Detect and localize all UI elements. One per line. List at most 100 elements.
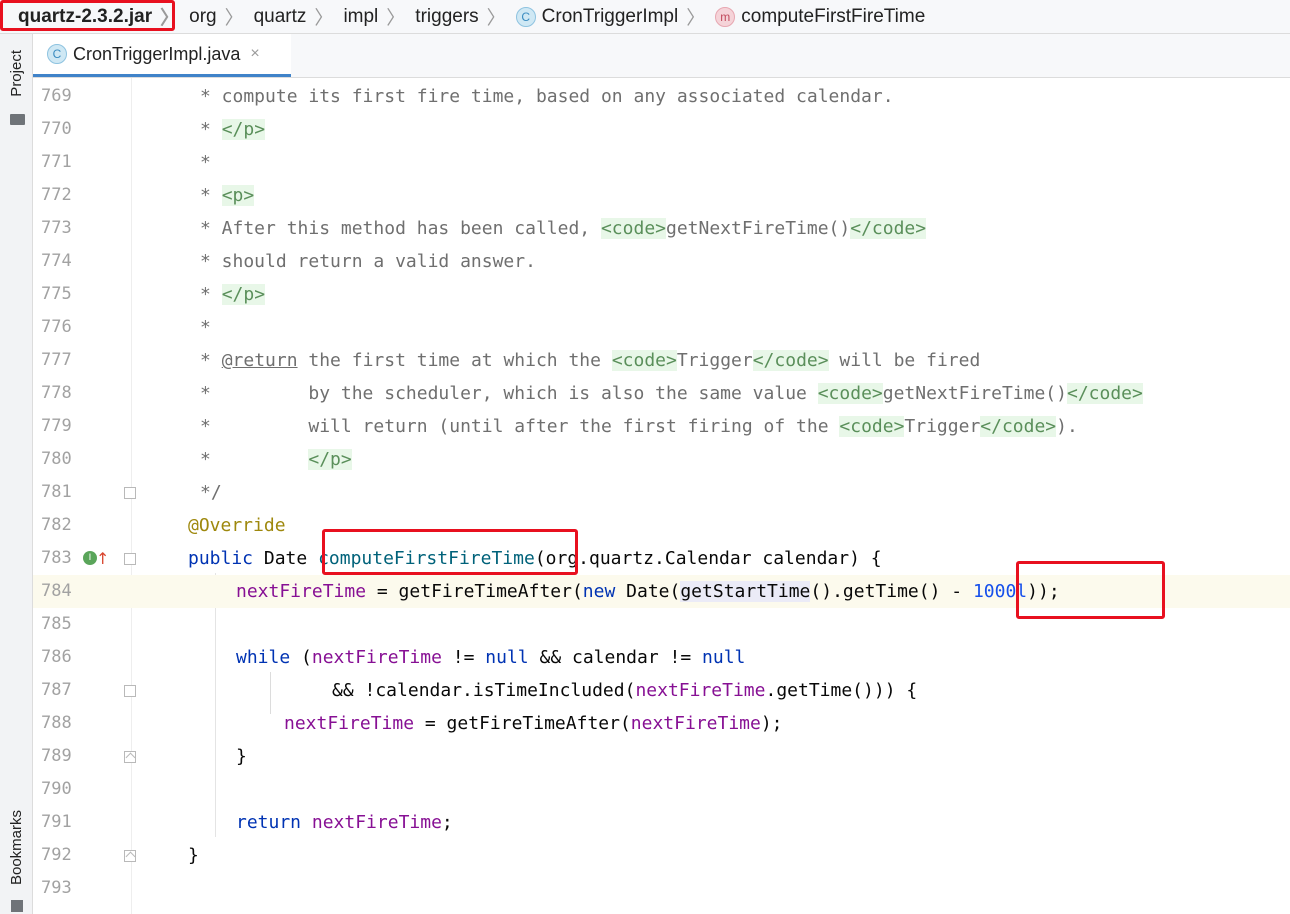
fold-icon[interactable] <box>124 685 136 697</box>
code-token: * After this method has been called, <box>200 218 601 239</box>
code-token: * by the scheduler, which is also the sa… <box>200 383 818 404</box>
code-token: public <box>188 548 254 569</box>
line-number: 791 <box>41 812 72 832</box>
html-tag: </code> <box>980 416 1057 437</box>
code-text: && !calendar.isTimeIncluded(nextFireTime… <box>332 674 917 707</box>
code-token: ); <box>760 713 783 734</box>
code-token: * <box>200 350 222 371</box>
html-tag: </p> <box>221 284 266 305</box>
html-tag: </code> <box>850 218 927 239</box>
code-text: while (nextFireTime != null && calendar … <box>236 641 745 674</box>
fold-icon[interactable] <box>124 751 136 763</box>
line-number: 784 <box>41 581 72 601</box>
code-token: null <box>702 647 746 668</box>
html-tag: <code> <box>600 218 666 239</box>
html-tag: </p> <box>308 449 352 470</box>
code-line: 783 I ↑ public Date computeFirstFireTime… <box>33 542 1290 575</box>
code-token: the first time at which the <box>297 350 612 371</box>
breadcrumb-label: quartz-2.3.2.jar <box>18 5 153 27</box>
breadcrumb-item-method[interactable]: m computeFirstFireTime <box>715 6 925 28</box>
breadcrumb-label: computeFirstFireTime <box>741 5 926 27</box>
close-icon[interactable]: × <box>250 45 259 63</box>
fold-icon[interactable] <box>124 487 136 499</box>
code-text: * will return (until after the first fir… <box>200 410 1078 443</box>
breadcrumb-label: org <box>189 5 217 27</box>
code-text: * by the scheduler, which is also the sa… <box>200 377 1143 410</box>
fold-icon[interactable] <box>124 850 136 862</box>
project-tool-button[interactable]: Project <box>8 50 25 97</box>
editor-tab-bar: C CronTriggerImpl.java × <box>33 34 1290 78</box>
html-tag: <code> <box>611 350 677 371</box>
code-token: * <box>200 284 222 305</box>
code-text: } <box>236 746 247 767</box>
code-token: = getFireTimeAfter( <box>414 713 631 734</box>
class-icon: C <box>47 44 67 64</box>
code-token: * <box>200 185 222 206</box>
bookmark-icon <box>11 900 23 912</box>
html-tag: </p> <box>221 119 266 140</box>
breadcrumb-item-quartz[interactable]: quartz 〉 <box>254 3 344 30</box>
line-number: 780 <box>41 449 72 469</box>
line-number: 789 <box>41 746 72 766</box>
code-line: 770 * </p> <box>33 113 1290 146</box>
code-text: return nextFireTime; <box>236 806 453 839</box>
code-line: 792 } <box>33 839 1290 872</box>
breadcrumb-item-org[interactable]: org 〉 <box>189 3 253 30</box>
chevron-right-icon: 〉 <box>314 8 334 29</box>
line-number: 774 <box>41 251 72 271</box>
code-editor[interactable]: 769 * compute its first fire time, based… <box>33 78 1290 914</box>
bookmarks-tool-button[interactable]: Bookmarks <box>8 810 25 885</box>
line-number: 775 <box>41 284 72 304</box>
html-tag: <code> <box>817 383 883 404</box>
line-number: 772 <box>41 185 72 205</box>
code-token: ). <box>1056 416 1078 437</box>
breadcrumb-item-impl[interactable]: impl 〉 <box>343 3 415 30</box>
breadcrumb-item-jar[interactable]: quartz-2.3.2.jar 〉 <box>0 3 189 30</box>
breadcrumb-label: quartz <box>253 5 307 27</box>
code-text: * <box>200 152 211 173</box>
implements-marker-icon[interactable]: I <box>83 551 97 565</box>
code-token: nextFireTime <box>284 713 415 734</box>
code-text: } <box>188 845 199 866</box>
code-token: && calendar != <box>528 647 703 668</box>
line-number: 792 <box>41 845 72 865</box>
javadoc-tag: @return <box>221 350 298 371</box>
code-text: * </p> <box>200 113 266 146</box>
html-tag: <code> <box>839 416 905 437</box>
code-token: ; <box>441 812 453 833</box>
code-token: Date( <box>615 581 681 602</box>
override-arrow-icon[interactable]: ↑ <box>96 542 109 575</box>
code-token: * will return (until after the first fir… <box>200 416 840 437</box>
code-line: 782 @Override <box>33 509 1290 542</box>
code-token: ( <box>290 647 312 668</box>
code-line: 793 <box>33 872 1290 905</box>
code-text: * After this method has been called, <co… <box>200 212 927 245</box>
breadcrumb-item-class[interactable]: C CronTriggerImpl 〉 <box>515 3 716 30</box>
chevron-right-icon: 〉 <box>386 8 406 29</box>
code-text: * compute its first fire time, based on … <box>200 86 894 107</box>
code-token: (org.quartz.Calendar calendar) { <box>534 548 882 569</box>
tab-crontriggerimpl[interactable]: C CronTriggerImpl.java × <box>33 34 291 77</box>
code-line: 791 return nextFireTime; <box>33 806 1290 839</box>
code-token: nextFireTime <box>311 812 442 833</box>
code-text: * </p> <box>200 443 352 476</box>
code-line: 771 * <box>33 146 1290 179</box>
code-token: .getTime())) { <box>765 680 918 701</box>
class-icon: C <box>515 6 536 27</box>
line-number: 786 <box>41 647 72 667</box>
breadcrumb-item-triggers[interactable]: triggers 〉 <box>415 3 515 30</box>
code-token: nextFireTime <box>630 713 761 734</box>
code-text: * <box>200 317 211 338</box>
chevron-right-icon: 〉 <box>160 8 180 29</box>
code-text: * <p> <box>200 179 255 212</box>
code-line: 786 while (nextFireTime != null && calen… <box>33 641 1290 674</box>
code-token: 1000l <box>972 581 1028 602</box>
method-name[interactable]: computeFirstFireTime <box>318 548 535 569</box>
line-number: 783 <box>41 548 72 568</box>
line-number: 779 <box>41 416 72 436</box>
tool-window-strip: Project Bookmarks <box>0 34 33 914</box>
fold-icon[interactable] <box>124 553 136 565</box>
code-line: 776 * <box>33 311 1290 344</box>
line-number: 776 <box>41 317 72 337</box>
code-token: Date <box>253 548 319 569</box>
